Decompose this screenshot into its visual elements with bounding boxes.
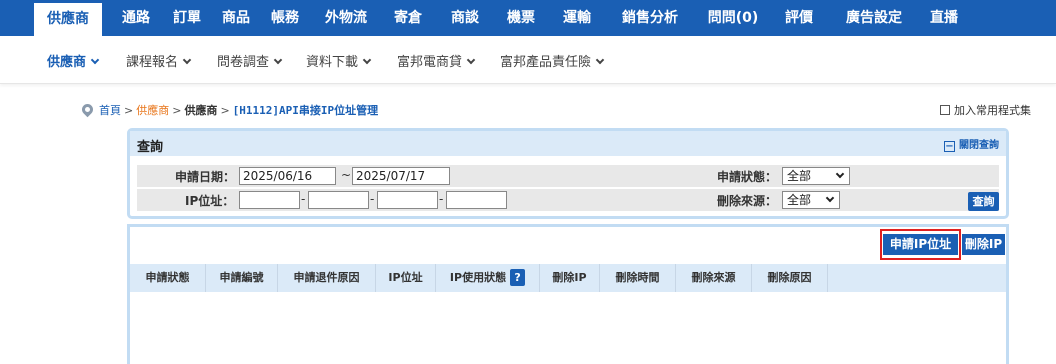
- breadcrumb-supplier: 供應商: [184, 104, 218, 117]
- location-pin-icon: [79, 101, 96, 118]
- chevron-down-icon: [825, 193, 835, 203]
- breadcrumb-home-link[interactable]: 首頁: [99, 104, 121, 117]
- topnav-item-sales-analysis[interactable]: 銷售分析: [612, 0, 688, 36]
- topnav-item-ad-settings[interactable]: 廣告設定: [836, 0, 912, 36]
- delete-source-select[interactable]: 全部: [782, 191, 840, 209]
- apply-ip-button[interactable]: 申請IP位址: [883, 234, 958, 255]
- topnav-item-questions[interactable]: 問問(0): [698, 0, 768, 36]
- topnav-item-accounts[interactable]: 帳務: [261, 0, 309, 36]
- topnav-item-supplier[interactable]: 供應商: [34, 3, 102, 36]
- collapse-icon: −: [944, 141, 955, 152]
- breadcrumb-separator: >: [220, 104, 230, 117]
- chevron-down-icon: [835, 169, 845, 179]
- result-panel: 申請IP位址 刪除IP 申請狀態 申請編號 申請退件原因 IP位址 IP使用狀態…: [127, 224, 1009, 364]
- date-range-separator: ~: [341, 168, 352, 182]
- column-header-label: IP使用狀態: [449, 271, 507, 284]
- ip-octet-3-input[interactable]: [377, 191, 438, 209]
- sub-navigation-bar: 供應商 課程報名 問卷調查 資料下載 富邦電商貸 富邦產品責任險: [0, 36, 1056, 84]
- ip-octet-1-input[interactable]: [239, 191, 300, 209]
- ip-octet-4-input[interactable]: [446, 191, 507, 209]
- column-header: 申請退件原因: [278, 264, 376, 292]
- topnav-item-products[interactable]: 商品: [212, 0, 260, 36]
- delete-source-label: 刪除來源：: [717, 194, 778, 208]
- ip-address-label: IP位址：: [185, 194, 235, 208]
- subnav-item-label: 問卷調查: [217, 55, 270, 70]
- topnav-item-channel[interactable]: 通路: [112, 0, 160, 36]
- topnav-item-live[interactable]: 直播: [920, 0, 968, 36]
- add-favorite-toggle[interactable]: 加入常用程式集: [940, 102, 1031, 118]
- subnav-item-label: 供應商: [47, 55, 87, 70]
- chevron-down-icon: [273, 55, 283, 65]
- top-navigation-bar: 供應商 通路 訂單 商品 帳務 外物流 寄倉 商談 機票 運輸 銷售分析 問問(…: [0, 0, 1056, 36]
- breadcrumb-supplier-link[interactable]: 供應商: [136, 104, 169, 117]
- chevron-down-icon: [182, 55, 192, 65]
- favorite-checkbox[interactable]: [940, 105, 950, 115]
- page-title: [H1112]API串接IP位址管理: [232, 104, 379, 117]
- query-row-date: 申請日期： 2025/06/16 ~ 2025/07/17 申請狀態： 全部: [137, 165, 999, 187]
- search-button[interactable]: 查詢: [968, 192, 999, 211]
- topnav-item-transport[interactable]: 運輸: [553, 0, 601, 36]
- column-header: 申請狀態: [130, 264, 206, 292]
- topnav-item-negotiation[interactable]: 商談: [441, 0, 489, 36]
- breadcrumb-separator: >: [124, 104, 134, 117]
- column-header: IP位址: [376, 264, 436, 292]
- subnav-item-label: 課程報名: [126, 55, 179, 70]
- query-row-ip: IP位址： - - - 刪除來源： 全部: [137, 189, 999, 211]
- column-header-ip-usage: IP使用狀態?: [436, 264, 540, 292]
- query-title: 查詢: [137, 140, 164, 155]
- apply-status-label: 申請狀態：: [717, 170, 778, 184]
- ip-dash: -: [439, 192, 444, 206]
- ip-dash: -: [301, 192, 306, 206]
- subnav-item-course-registration[interactable]: 課程報名: [126, 51, 192, 70]
- subnav-item-supplier[interactable]: 供應商: [47, 51, 100, 70]
- chevron-down-icon: [595, 55, 605, 65]
- topnav-item-reviews[interactable]: 評價: [775, 0, 823, 36]
- delete-ip-button[interactable]: 刪除IP: [962, 234, 1005, 255]
- column-header: 刪除時間: [600, 264, 676, 292]
- topnav-item-logistics[interactable]: 外物流: [316, 0, 376, 36]
- column-header: 刪除來源: [676, 264, 752, 292]
- help-icon[interactable]: ?: [510, 269, 526, 286]
- column-header: 刪除IP: [540, 264, 600, 292]
- ip-octet-2-input[interactable]: [308, 191, 369, 209]
- table-header: 申請狀態 申請編號 申請退件原因 IP位址 IP使用狀態? 刪除IP 刪除時間 …: [130, 264, 1006, 292]
- apply-status-select[interactable]: 全部: [782, 167, 850, 185]
- topnav-item-orders[interactable]: 訂單: [163, 0, 211, 36]
- subnav-item-label: 資料下載: [306, 55, 359, 70]
- subnav-item-label: 富邦電商貸: [397, 55, 463, 70]
- chevron-down-icon: [466, 55, 476, 65]
- topnav-item-consignment[interactable]: 寄倉: [384, 0, 432, 36]
- column-header: 申請編號: [206, 264, 278, 292]
- date-label: 申請日期：: [175, 170, 236, 184]
- breadcrumb: 首頁 > 供應商 > 供應商 > [H1112]API串接IP位址管理: [79, 101, 379, 118]
- topnav-item-tickets[interactable]: 機票: [497, 0, 545, 36]
- query-panel: 查詢 − 關閉查詢 申請日期： 2025/06/16 ~ 2025/07/17 申…: [127, 128, 1009, 219]
- subnav-item-survey[interactable]: 問卷調查: [217, 51, 283, 70]
- favorite-label: 加入常用程式集: [954, 104, 1031, 117]
- column-header: 刪除原因: [752, 264, 828, 292]
- close-query-button[interactable]: − 關閉查詢: [944, 136, 999, 152]
- subnav-item-fubon-insurance[interactable]: 富邦產品責任險: [500, 51, 605, 70]
- subnav-item-fubon-loan[interactable]: 富邦電商貸: [397, 51, 476, 70]
- ip-dash: -: [370, 192, 375, 206]
- breadcrumb-separator: >: [172, 104, 182, 117]
- subnav-item-label: 富邦產品責任險: [500, 55, 592, 70]
- chevron-down-icon: [90, 55, 100, 65]
- subnav-item-downloads[interactable]: 資料下載: [306, 51, 372, 70]
- date-to-input[interactable]: 2025/07/17: [352, 167, 450, 185]
- delete-source-value: 全部: [787, 193, 812, 207]
- apply-status-value: 全部: [787, 169, 812, 183]
- date-from-input[interactable]: 2025/06/16: [239, 167, 336, 185]
- query-panel-header: 查詢 − 關閉查詢: [130, 131, 1006, 156]
- chevron-down-icon: [362, 55, 372, 65]
- close-query-label: 關閉查詢: [959, 140, 999, 151]
